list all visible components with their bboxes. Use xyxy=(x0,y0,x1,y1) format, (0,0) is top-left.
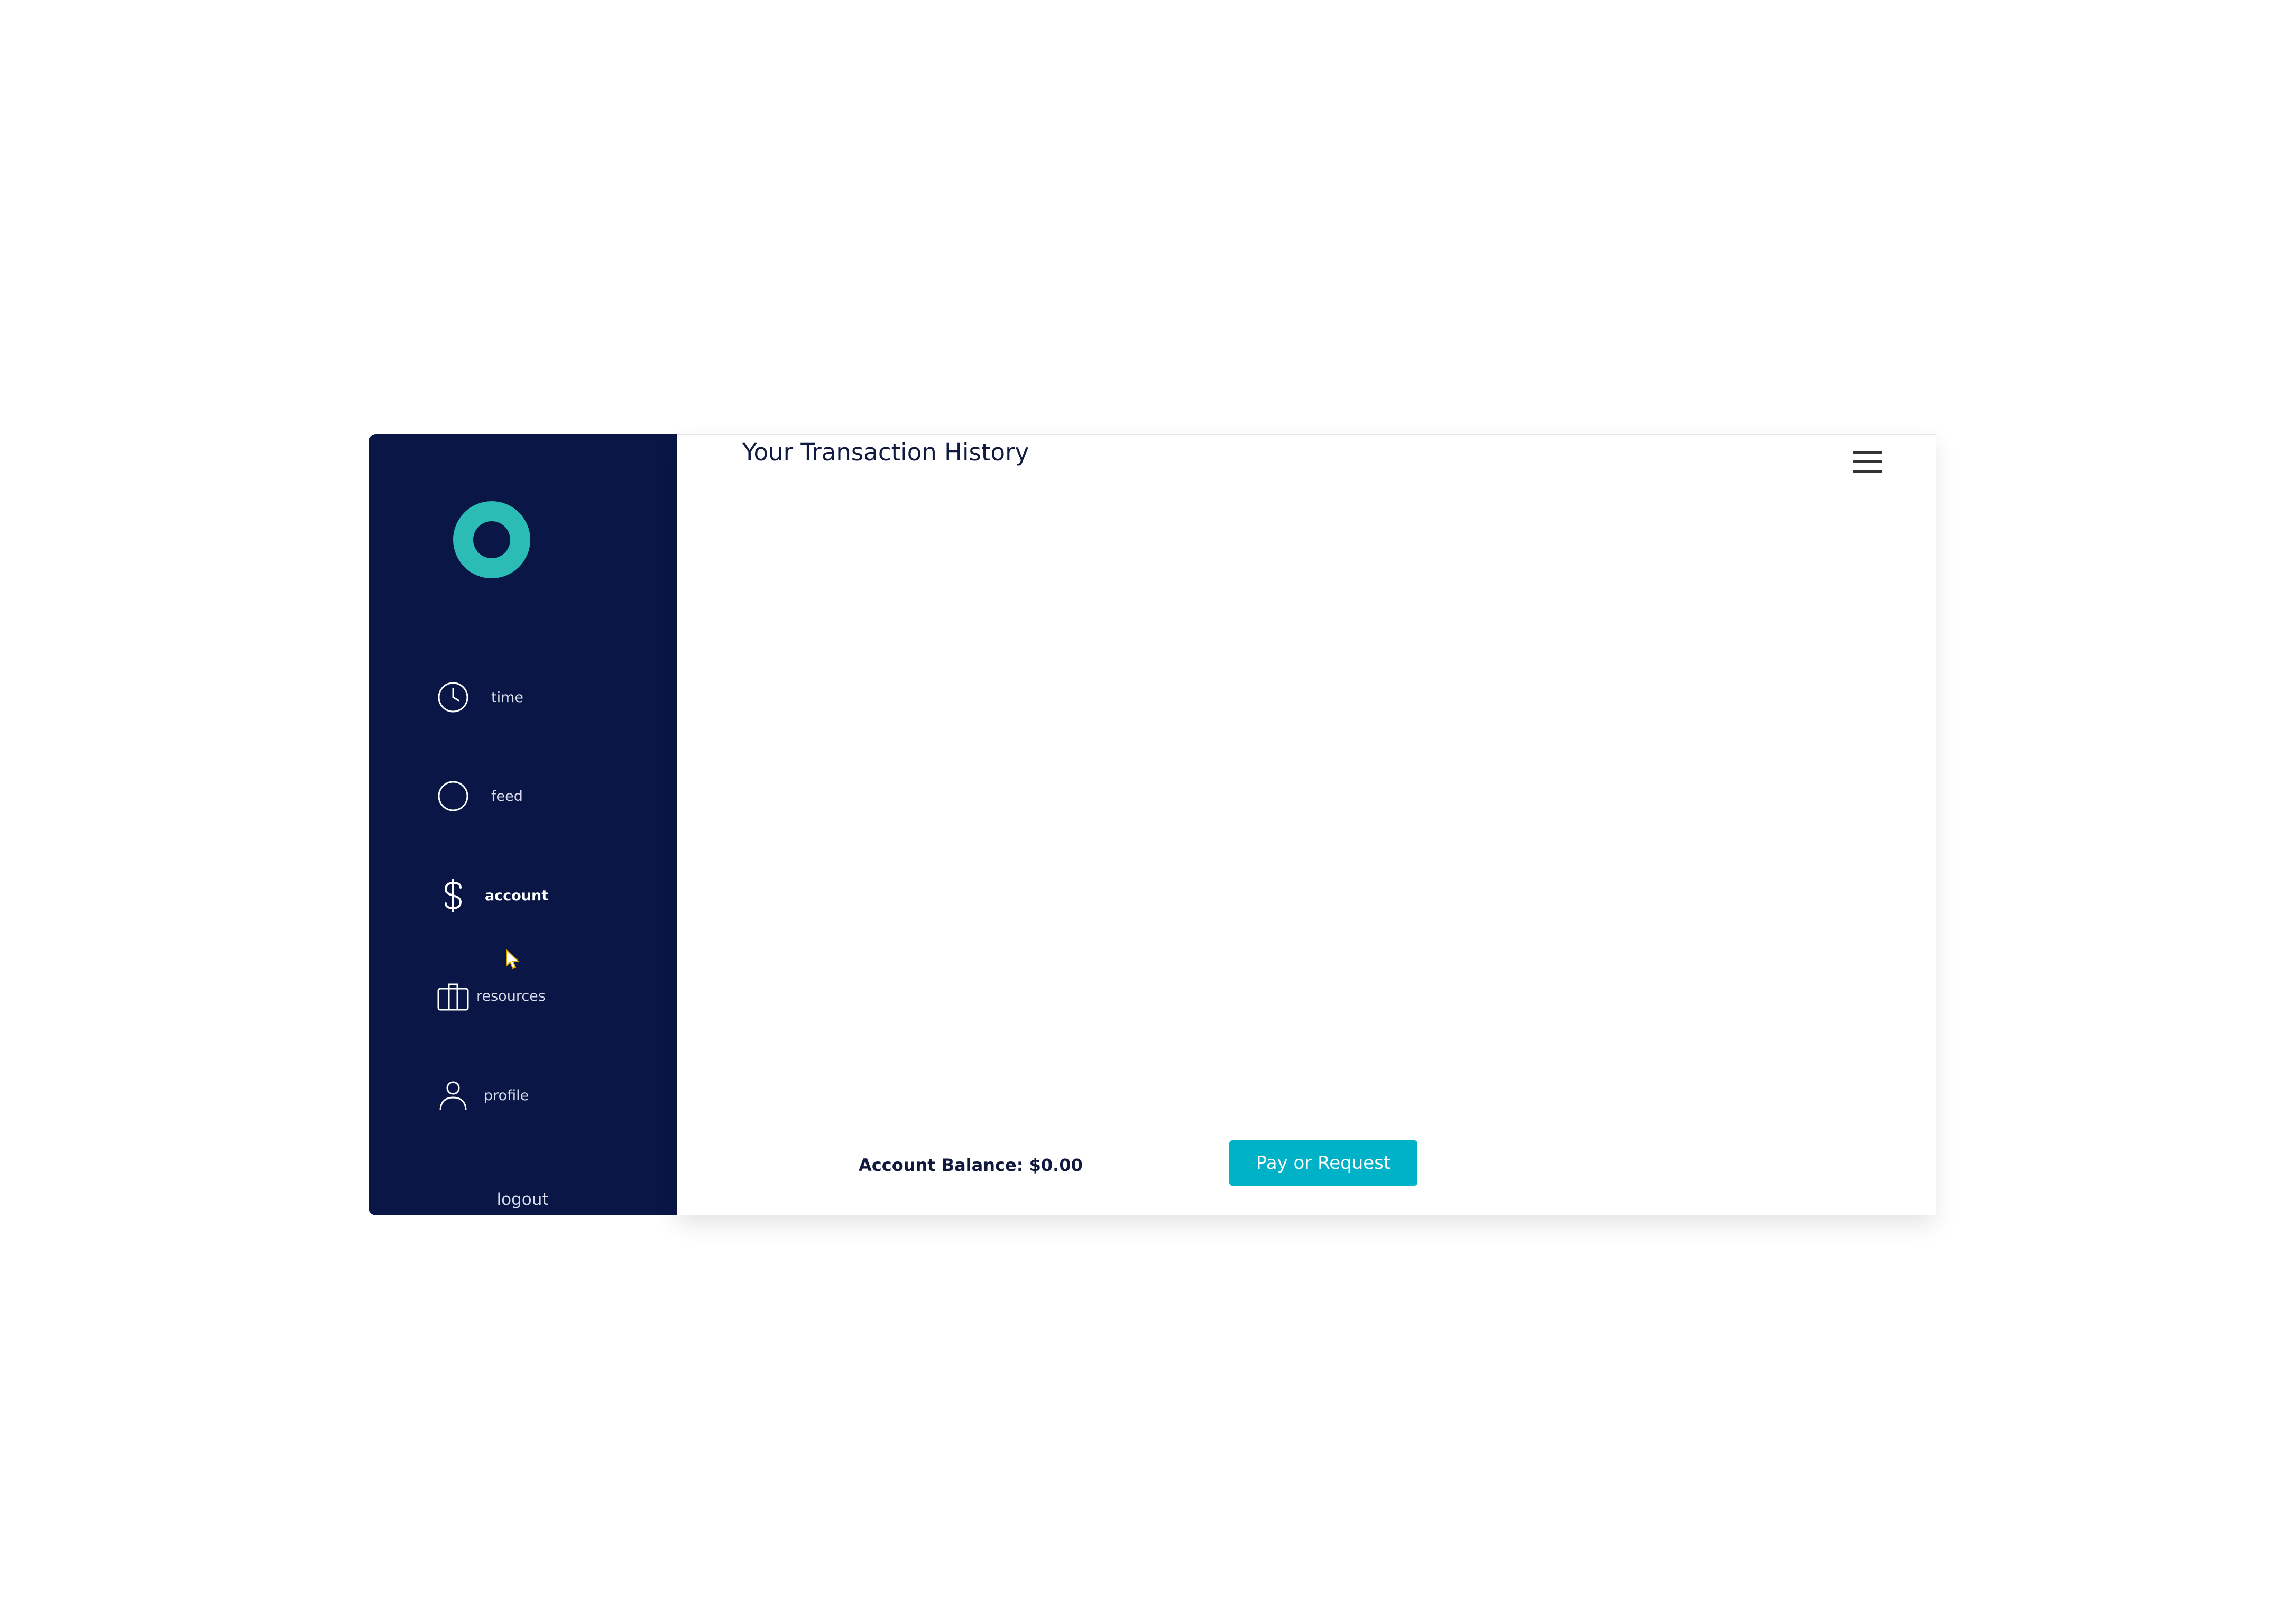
pay-or-request-button[interactable]: Pay or Request xyxy=(1229,1140,1417,1186)
sidebar-item-label: time xyxy=(491,689,524,706)
sidebar-item-label: account xyxy=(485,887,549,904)
sidebar-item-resources[interactable]: resources xyxy=(436,972,574,1020)
main-content: Your Transaction History Account Balance… xyxy=(677,434,1936,1215)
account-balance: Account Balance: $0.00 xyxy=(859,1155,1083,1175)
logo-icon xyxy=(453,501,530,578)
menu-icon-line xyxy=(1853,451,1882,454)
hamburger-menu-button[interactable] xyxy=(1853,450,1883,474)
user-icon xyxy=(436,1078,470,1112)
menu-icon-line xyxy=(1853,470,1882,473)
dollar-icon xyxy=(436,879,470,912)
page-title: Your Transaction History xyxy=(742,438,1029,466)
clock-icon xyxy=(436,680,470,714)
sidebar-item-time[interactable]: time xyxy=(436,673,574,721)
mouse-cursor-icon xyxy=(505,948,521,970)
circle-icon xyxy=(436,779,470,813)
sidebar-item-label: feed xyxy=(491,788,523,805)
sidebar-item-label: profile xyxy=(484,1087,529,1104)
sidebar-item-profile[interactable]: profile xyxy=(436,1072,574,1119)
briefcase-icon xyxy=(436,979,470,1013)
menu-icon-line xyxy=(1853,460,1882,463)
sidebar: time feed account resources profile logo… xyxy=(369,434,677,1215)
sidebar-item-label: resources xyxy=(476,988,546,1004)
sidebar-item-feed[interactable]: feed xyxy=(436,772,574,820)
sidebar-item-account[interactable]: account xyxy=(436,872,574,919)
logout-link[interactable]: logout xyxy=(369,1190,677,1209)
app-window: time feed account resources profile logo… xyxy=(369,434,1936,1215)
